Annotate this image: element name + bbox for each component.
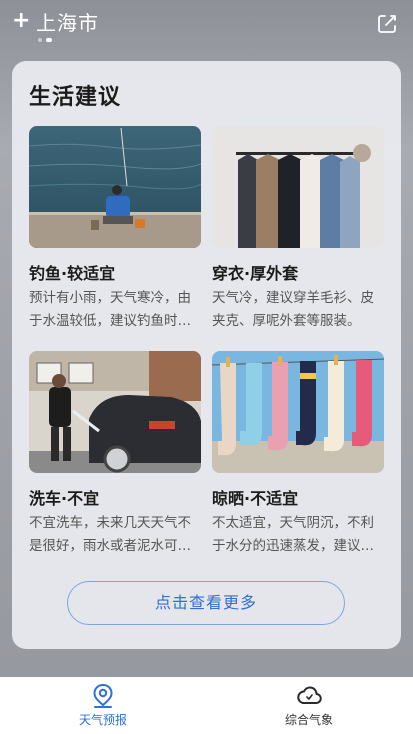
car-wash-photo: [29, 351, 201, 473]
life-advice-card: 生活建议 钓鱼·较适宜 预计有小雨，天气寒冷，由于水温较低，建议钓鱼时注 穿衣·…: [12, 61, 401, 649]
city-name[interactable]: 上海市: [36, 10, 99, 36]
page-dot-active: [46, 38, 52, 42]
advice-item-drying[interactable]: 晾晒·不适宜 不太适宜，天气阴沉，不利于水分的迅速蒸发，建议在室内晾晒。: [212, 351, 384, 563]
view-more-button[interactable]: 点击查看更多: [67, 581, 345, 625]
tab-weather-forecast[interactable]: 天气预报: [0, 677, 206, 734]
page-indicator: [38, 38, 52, 42]
advice-desc: 不宜洗车，未来几天天气不是很好，雨水或者泥水可能会弄脏您的爱车。: [29, 515, 191, 554]
advice-title: 穿衣·厚外套: [212, 264, 299, 283]
top-bar: + 上海市: [0, 0, 413, 52]
advice-title: 洗车·不宜: [29, 489, 100, 508]
advice-item-car-wash[interactable]: 洗车·不宜 不宜洗车，未来几天天气不是很好，雨水或者泥水可能会弄脏您的爱车。: [29, 351, 201, 563]
card-title: 生活建议: [29, 85, 122, 110]
edit-icon[interactable]: [375, 12, 399, 36]
page-dot: [38, 38, 42, 42]
tab-comprehensive-weather[interactable]: 综合气象: [206, 677, 412, 734]
plus-icon[interactable]: +: [12, 10, 30, 32]
socks-drying-photo: [212, 351, 384, 473]
location-pin-icon: [93, 683, 113, 708]
advice-title: 晾晒·不适宜: [212, 489, 299, 508]
cloud-icon: [297, 686, 322, 704]
advice-item-fishing[interactable]: 钓鱼·较适宜 预计有小雨，天气寒冷，由于水温较低，建议钓鱼时注意保暖。: [29, 126, 201, 338]
nav-label: 天气预报: [78, 713, 127, 727]
advice-title: 钓鱼·较适宜: [29, 264, 116, 283]
advice-desc: 天气冷，建议穿羊毛衫、皮夹克、厚呢外套等服装。: [212, 290, 374, 329]
advice-desc: 预计有小雨，天气寒冷，由于水温较低，建议钓鱼时注意保暖。: [29, 290, 191, 329]
clothes-rack-photo: [212, 126, 384, 248]
bottom-nav: 天气预报 综合气象: [0, 677, 413, 734]
advice-item-clothing[interactable]: 穿衣·厚外套 天气冷，建议穿羊毛衫、皮夹克、厚呢外套等服装。: [212, 126, 384, 338]
advice-desc: 不太适宜，天气阴沉，不利于水分的迅速蒸发，建议在室内晾晒。: [212, 515, 374, 554]
nav-label: 综合气象: [284, 713, 333, 727]
fishing-photo: [29, 126, 201, 248]
